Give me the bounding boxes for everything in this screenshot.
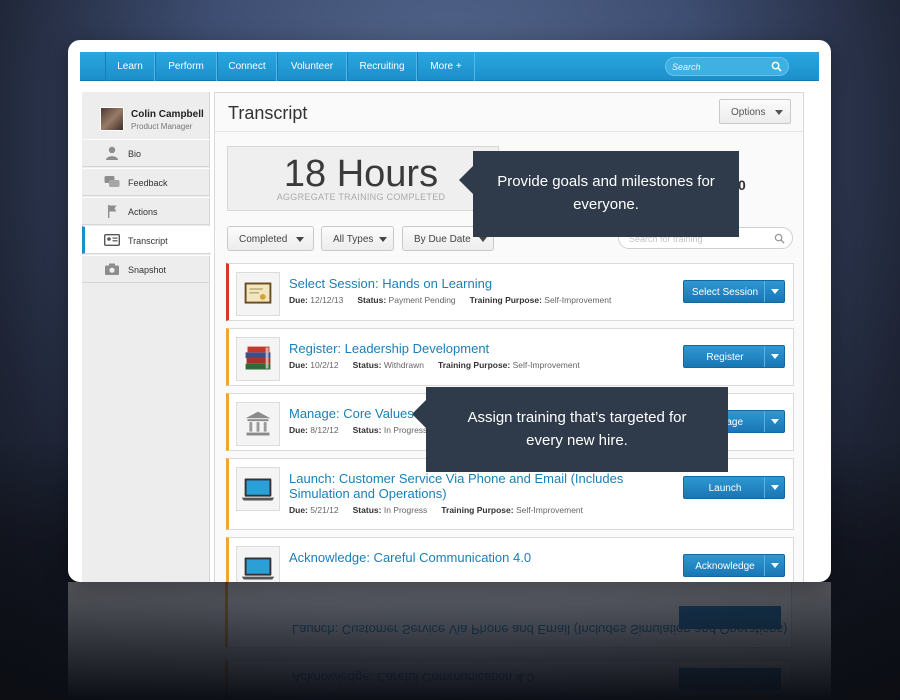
top-nav: Learn Perform Connect Volunteer Recruiti… [80,52,819,81]
callout-text: Assign training that’s targeted for ever… [467,409,687,449]
id-card-icon [104,234,120,246]
training-meta: Due: 5/21/12 Status: In Progress Training … [289,505,584,515]
nav-more[interactable]: More + [417,52,475,81]
training-meta: Due: 10/2/12 Status: Withdrawn Training Pu… [289,360,580,370]
sidebar-item-feedback[interactable]: Feedback [82,168,210,196]
action-menu-toggle[interactable] [764,346,784,367]
hours-value: 18 Hours [283,153,439,195]
type-filter[interactable]: All Types [321,226,394,251]
search-icon[interactable] [771,61,782,72]
callout-pointer [412,400,426,428]
global-search [665,57,789,76]
institution-icon [236,402,280,446]
action-menu-toggle[interactable] [764,281,784,302]
training-title[interactable]: Launch: Customer Service Via Phone and E… [289,471,649,501]
training-title[interactable]: Select Session: Hands on Learning [289,276,649,291]
training-meta: Due: 12/12/13 Status: Payment Pending Trai… [289,295,612,305]
chevron-down-icon [771,485,779,490]
status-filter-label: Completed [239,234,288,245]
books-icon [236,337,280,381]
divider [215,131,803,132]
page-title: Transcript [228,103,308,123]
global-search-input[interactable] [672,60,768,73]
training-card: Select Session: Hands on Learning Due: 1… [226,263,794,321]
sidebar-item-label: Snapshot [128,265,167,275]
action-menu-toggle[interactable] [764,411,784,432]
laptop-icon [236,467,280,511]
person-icon [106,146,118,160]
acknowledge-button[interactable]: Acknowledge [683,554,785,577]
stat-value: 0 [738,177,746,193]
chevron-down-icon [771,419,779,424]
chevron-down-icon [379,237,387,242]
select-session-button[interactable]: Select Session [683,280,785,303]
action-menu-toggle[interactable] [764,555,784,576]
reflection-title: Acknowledge: Careful Communication 4.0 [292,670,535,685]
sidebar-item-label: Feedback [128,178,168,188]
training-card: Acknowledge: Careful Communication 4.0 A… [226,537,794,582]
sidebar-item-label: Transcript [128,236,168,246]
chevron-down-icon [296,237,304,242]
flag-icon [108,205,117,218]
nav-recruiting[interactable]: Recruiting [347,52,417,81]
chevron-down-icon [775,110,783,115]
goals-callout: Provide goals and milestones for everyon… [459,151,739,237]
sidebar-item-actions[interactable]: Actions [82,197,210,225]
nav-connect[interactable]: Connect [217,52,277,81]
sidebar: Colin Campbell Product Manager Bio Feedb… [82,92,211,582]
status-filter[interactable]: Completed [227,226,314,251]
chevron-down-icon [771,354,779,359]
certificate-icon [236,272,280,316]
chat-bubbles-icon [104,176,120,187]
assign-callout: Assign training that’s targeted for ever… [412,387,728,472]
profile-name[interactable]: Colin Campbell [131,109,204,120]
sidebar-item-label: Actions [128,207,158,217]
avatar[interactable] [100,107,124,131]
sidebar-item-transcript[interactable]: Transcript [82,226,211,254]
profile-role: Product Manager [131,122,193,131]
nav-learn[interactable]: Learn [105,52,155,81]
nav-volunteer[interactable]: Volunteer [277,52,347,81]
screen-reflection: Acknowledge: Careful Communication 4.0 L… [68,582,831,700]
training-title[interactable]: Register: Leadership Development [289,341,649,356]
laptop-icon [236,546,280,582]
sidebar-item-snapshot[interactable]: Snapshot [82,255,210,283]
sort-filter-label: By Due Date [414,234,471,245]
training-card: Register: Leadership Development Due: 10… [226,328,794,386]
chevron-down-icon [771,289,779,294]
training-meta: Due: 8/12/12 Status: In Progress [289,425,428,435]
sidebar-item-bio[interactable]: Bio [82,139,210,167]
camera-icon [105,263,119,275]
chevron-down-icon [771,563,779,568]
training-title[interactable]: Acknowledge: Careful Communication 4.0 [289,550,649,565]
chevron-down-icon [479,237,487,242]
type-filter-label: All Types [333,234,374,245]
hours-label: AGGREGATE TRAINING COMPLETED [276,192,446,202]
options-dropdown[interactable]: Options [719,99,791,124]
profile-header: Colin Campbell Product Manager [82,92,210,142]
register-button[interactable]: Register [683,345,785,368]
action-menu-toggle[interactable] [764,477,784,498]
nav-perform[interactable]: Perform [155,52,217,81]
callout-text: Provide goals and milestones for everyon… [497,173,715,213]
search-icon[interactable] [774,233,785,244]
sidebar-item-label: Bio [128,149,142,159]
options-label: Options [731,107,766,118]
callout-pointer [459,166,473,194]
launch-button[interactable]: Launch [683,476,785,499]
app-window: Learn Perform Connect Volunteer Recruiti… [68,40,831,582]
